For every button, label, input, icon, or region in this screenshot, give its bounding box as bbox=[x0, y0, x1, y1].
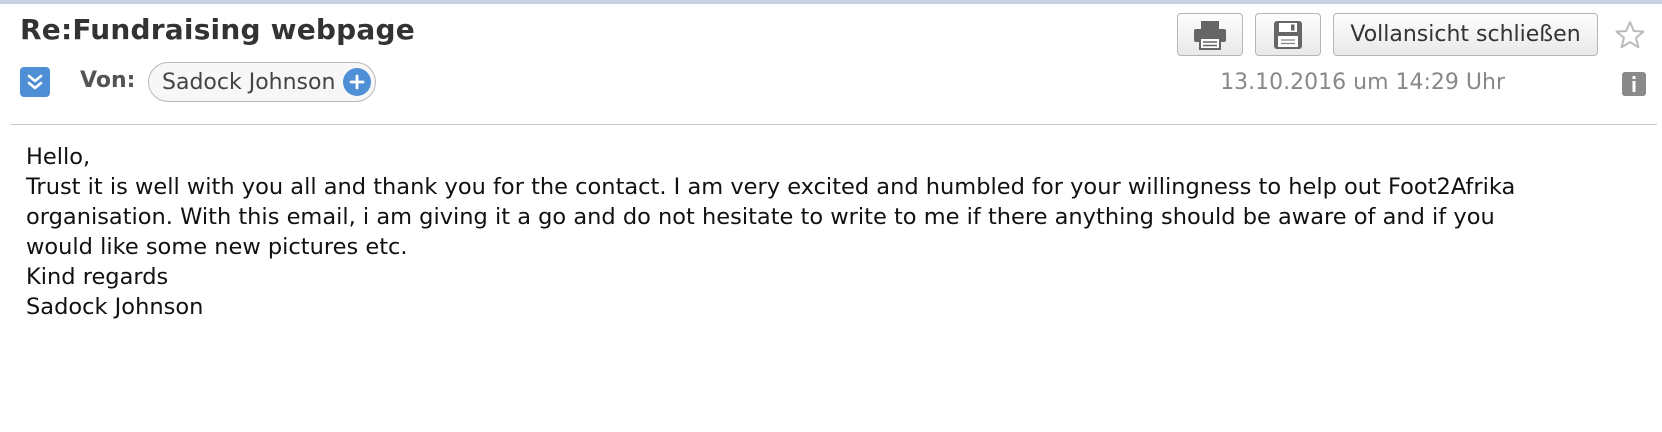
sender-chip[interactable]: Sadock Johnson bbox=[148, 62, 377, 102]
body-line: Trust it is well with you all and thank … bbox=[26, 174, 1516, 200]
save-button[interactable] bbox=[1255, 13, 1321, 56]
add-contact-icon[interactable] bbox=[343, 68, 372, 96]
sender-name: Sadock Johnson bbox=[162, 69, 336, 95]
body-line: organisation. With this email, i am givi… bbox=[26, 204, 1495, 230]
print-icon bbox=[1194, 20, 1226, 50]
save-icon bbox=[1274, 20, 1302, 49]
body-line: Sadock Johnson bbox=[26, 294, 204, 320]
info-icon[interactable] bbox=[1622, 72, 1646, 96]
email-date: 13.10.2016 um 14:29 Uhr bbox=[1220, 70, 1505, 95]
star-icon[interactable] bbox=[1614, 19, 1646, 51]
print-button[interactable] bbox=[1177, 13, 1243, 56]
top-accent-bar bbox=[0, 0, 1662, 4]
body-line: would like some new pictures etc. bbox=[26, 234, 408, 260]
from-label: Von: bbox=[80, 68, 136, 93]
body-line: Kind regards bbox=[26, 264, 169, 290]
body-line: Hello, bbox=[26, 144, 91, 170]
email-toolbar: Vollansicht schließen bbox=[1177, 13, 1646, 56]
header-divider bbox=[10, 124, 1657, 125]
collapse-header-icon[interactable] bbox=[20, 67, 50, 97]
close-fullview-button[interactable]: Vollansicht schließen bbox=[1333, 13, 1598, 56]
email-subject: Re:Fundraising webpage bbox=[20, 13, 415, 46]
email-body: Hello, Trust it is well with you all and… bbox=[26, 142, 1651, 322]
